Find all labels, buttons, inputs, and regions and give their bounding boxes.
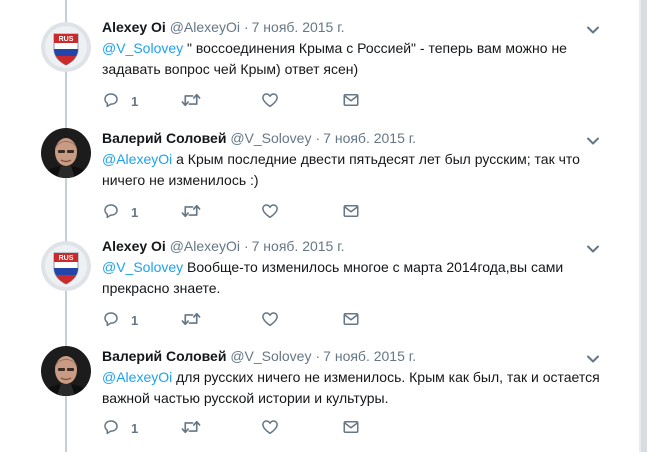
retweet-button[interactable] [180, 418, 202, 438]
author-handle[interactable]: @V_Solovey [230, 348, 311, 364]
reply-button[interactable]: 1 [102, 310, 138, 330]
tweet[interactable]: RUS Alexey Oi @AlexeyOi · 7 нояб. 2015 г. @V… [0, 17, 630, 129]
chevron-down-icon[interactable] [586, 241, 600, 253]
envelope-icon [342, 310, 360, 328]
author-handle[interactable]: @AlexeyOi [170, 19, 240, 35]
like-button[interactable] [261, 310, 279, 330]
direct-message-button[interactable] [342, 202, 360, 222]
retweet-icon [180, 418, 202, 436]
tweet-date[interactable]: 7 нояб. 2015 г. [323, 348, 416, 364]
tweet-header: Валерий Соловей @V_Solovey · 7 нояб. 2015 … [102, 346, 416, 366]
tweet-text: @AlexeyOi а Крым последние двести пятьде… [102, 149, 612, 191]
tweet-header: Alexey Oi @AlexeyOi · 7 нояб. 2015 г. [102, 236, 345, 256]
tweet-actions: 1 [102, 418, 372, 438]
tweet-actions: 1 [102, 202, 372, 222]
tweet-body: а Крым последние двести пятьдесят лет бы… [102, 151, 580, 188]
rus-shield-avatar[interactable]: RUS [41, 22, 91, 72]
retweet-button[interactable] [180, 91, 202, 111]
separator-dot: · [315, 348, 321, 364]
mention-link[interactable]: @AlexeyOi [102, 151, 172, 167]
tweet-text: @V_Solovey Вообще-то изменилось многое с… [102, 257, 612, 299]
chevron-down-icon[interactable] [586, 351, 600, 363]
separator-dot: · [243, 238, 249, 254]
like-button[interactable] [261, 202, 279, 222]
direct-message-button[interactable] [342, 91, 360, 111]
heart-icon [261, 310, 279, 328]
tweet-header: Alexey Oi @AlexeyOi · 7 нояб. 2015 г. [102, 17, 345, 37]
heart-icon [261, 202, 279, 220]
reply-button[interactable]: 1 [102, 91, 138, 111]
separator-dot: · [315, 130, 321, 146]
tweet-actions: 1 [102, 91, 372, 111]
direct-message-button[interactable] [342, 310, 360, 330]
tweet-date[interactable]: 7 нояб. 2015 г. [252, 19, 345, 35]
retweet-icon [180, 202, 202, 220]
envelope-icon [342, 418, 360, 436]
tweet-header: Валерий Соловей @V_Solovey · 7 нояб. 2015 … [102, 128, 416, 148]
tweet[interactable]: Валерий Соловей @V_Solovey · 7 нояб. 2015 … [0, 128, 630, 240]
tweet-date[interactable]: 7 нояб. 2015 г. [252, 238, 345, 254]
retweet-button[interactable] [180, 202, 202, 222]
tweet-date[interactable]: 7 нояб. 2015 г. [323, 130, 416, 146]
reply-button[interactable]: 1 [102, 418, 138, 438]
tweet-actions: 1 [102, 310, 372, 330]
svg-text:RUS: RUS [59, 36, 74, 43]
mention-link[interactable]: @AlexeyOi [102, 369, 172, 385]
chevron-down-icon[interactable] [586, 22, 600, 34]
tweet-text: @V_Solovey " воссоединения Крыма с Росси… [102, 38, 612, 80]
tweet-text: @AlexeyOi для русских ничего не изменило… [102, 367, 612, 409]
tweet[interactable]: RUS Alexey Oi @AlexeyOi · 7 нояб. 2015 г. @V… [0, 236, 630, 348]
separator-dot: · [243, 19, 249, 35]
scrollbar-edge[interactable] [639, 0, 647, 452]
reply-count: 1 [131, 421, 139, 436]
reply-button[interactable]: 1 [102, 202, 138, 222]
tweet-body: для русских ничего не изменилось. Крым к… [102, 369, 600, 406]
heart-icon [261, 91, 279, 109]
reply-icon [102, 310, 120, 328]
like-button[interactable] [261, 418, 279, 438]
heart-icon [261, 418, 279, 436]
man-portrait-avatar[interactable] [41, 346, 91, 396]
envelope-icon [342, 202, 360, 220]
retweet-button[interactable] [180, 310, 202, 330]
mention-link[interactable]: @V_Solovey [102, 40, 183, 56]
rus-shield-avatar[interactable]: RUS [41, 241, 91, 291]
reply-count: 1 [131, 94, 139, 109]
direct-message-button[interactable] [342, 418, 360, 438]
retweet-icon [180, 310, 202, 328]
author-name[interactable]: Валерий Соловей [102, 348, 226, 364]
mention-link[interactable]: @V_Solovey [102, 259, 183, 275]
chevron-down-icon[interactable] [586, 133, 600, 145]
reply-icon [102, 202, 120, 220]
reply-count: 1 [131, 313, 139, 328]
author-name[interactable]: Валерий Соловей [102, 130, 226, 146]
reply-icon [102, 418, 120, 436]
author-handle[interactable]: @AlexeyOi [170, 238, 240, 254]
like-button[interactable] [261, 91, 279, 111]
author-handle[interactable]: @V_Solovey [230, 130, 311, 146]
tweet[interactable]: Валерий Соловей @V_Solovey · 7 нояб. 2015 … [0, 346, 630, 458]
man-portrait-avatar[interactable] [41, 128, 91, 178]
reply-icon [102, 91, 120, 109]
author-name[interactable]: Alexey Oi [102, 19, 166, 35]
reply-count: 1 [131, 205, 139, 220]
svg-text:RUS: RUS [59, 255, 74, 262]
author-name[interactable]: Alexey Oi [102, 238, 166, 254]
retweet-icon [180, 91, 202, 109]
envelope-icon [342, 91, 360, 109]
